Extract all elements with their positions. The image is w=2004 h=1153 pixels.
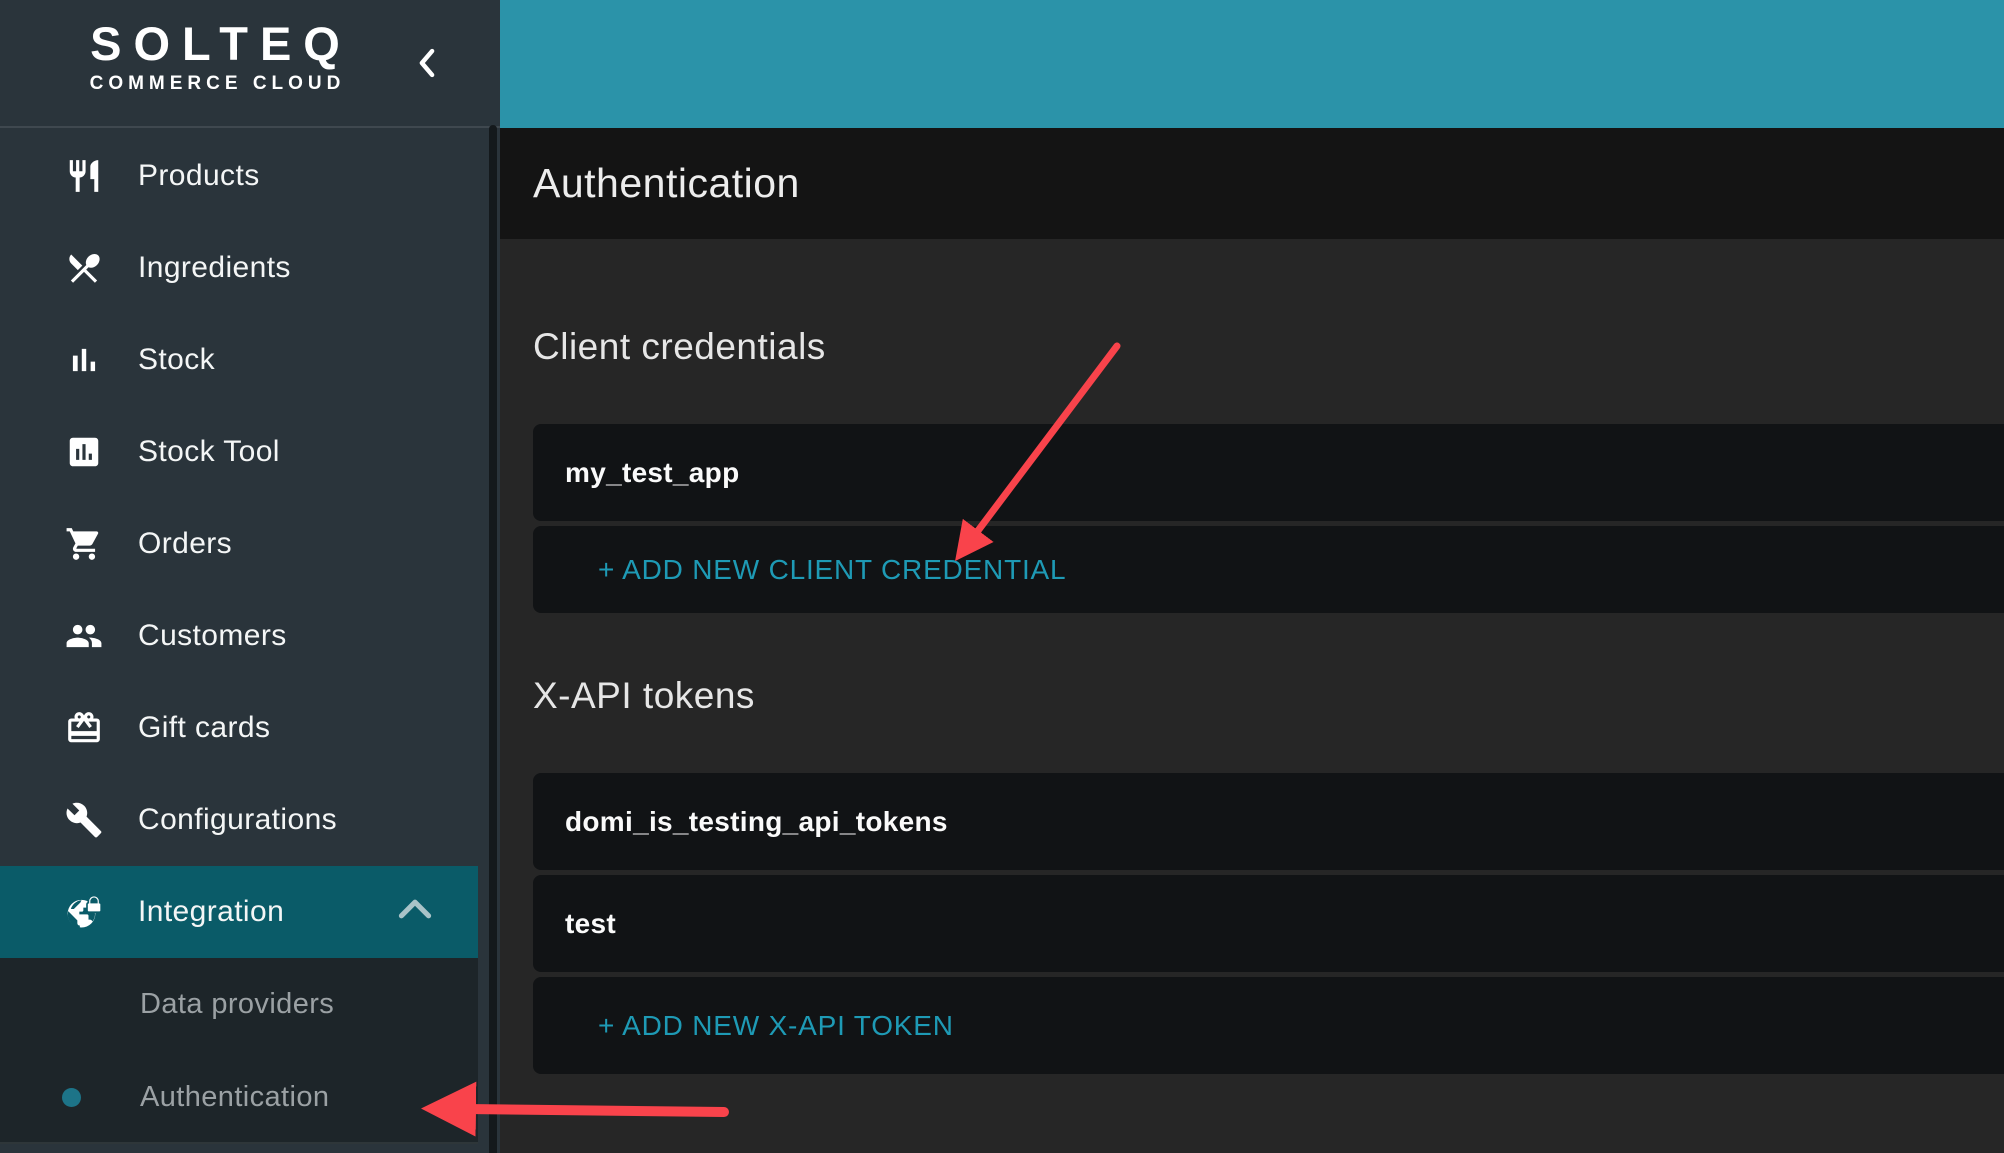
utensils-icon	[64, 248, 104, 288]
xapi-token-row[interactable]: domi_is_testing_api_tokens	[533, 773, 2004, 870]
integration-submenu: Data providers Authentication	[0, 958, 478, 1144]
brand-logo: SOLTEQ COMMERCE CLOUD	[0, 18, 430, 95]
sidebar-scrollbar[interactable]	[489, 125, 497, 1153]
brand-name: SOLTEQ	[0, 18, 430, 70]
sidebar-item-label: Products	[138, 159, 260, 193]
gift-icon	[64, 708, 104, 748]
sidebar-item-ingredients[interactable]: Ingredients	[0, 222, 500, 314]
top-app-bar	[500, 0, 2004, 128]
sidebar-item-label: Orders	[138, 527, 232, 561]
people-icon	[64, 616, 104, 656]
sidebar-item-orders[interactable]: Orders	[0, 498, 500, 590]
page-title-bar: Authentication	[500, 128, 2004, 239]
sidebar-item-label: Configurations	[138, 803, 337, 837]
xapi-token-row[interactable]: test	[533, 875, 2004, 972]
active-dot-icon	[62, 1088, 81, 1107]
globe-lock-icon	[64, 892, 104, 932]
sidebar-collapse-button[interactable]	[412, 46, 442, 82]
add-client-credential-label: + ADD NEW CLIENT CREDENTIAL	[598, 554, 1066, 586]
section-heading-client-credentials: Client credentials	[533, 326, 826, 368]
sidebar-item-label: Customers	[138, 619, 287, 653]
sidebar-logo-header: SOLTEQ COMMERCE CLOUD	[0, 0, 500, 128]
chevron-left-icon	[416, 46, 438, 83]
add-client-credential-button[interactable]: + ADD NEW CLIENT CREDENTIAL	[533, 526, 2004, 613]
wrench-icon	[64, 800, 104, 840]
brand-subtitle: COMMERCE CLOUD	[0, 73, 430, 95]
stock-tool-icon	[64, 432, 104, 472]
submenu-item-authentication[interactable]: Authentication	[0, 1051, 478, 1144]
client-credential-row[interactable]: my_test_app	[533, 424, 2004, 521]
sidebar-item-label: Gift cards	[138, 711, 270, 745]
sidebar-item-gift-cards[interactable]: Gift cards	[0, 682, 500, 774]
chevron-up-icon	[398, 898, 432, 925]
sidebar-item-label: Stock	[138, 343, 215, 377]
app-window: SOLTEQ COMMERCE CLOUD Products	[0, 0, 2004, 1153]
sidebar-item-products[interactable]: Products	[0, 130, 500, 222]
xapi-token-name: domi_is_testing_api_tokens	[565, 806, 948, 838]
sidebar-item-label: Stock Tool	[138, 435, 280, 469]
sidebar-item-customers[interactable]: Customers	[0, 590, 500, 682]
submenu-item-label: Authentication	[140, 1081, 329, 1114]
submenu-item-data-providers[interactable]: Data providers	[0, 958, 478, 1051]
sidebar-item-label: Ingredients	[138, 251, 291, 285]
main-content: Authentication Client credentials my_tes…	[500, 0, 2004, 1153]
section-heading-xapi-tokens: X-API tokens	[533, 675, 755, 717]
sidebar-nav: Products Ingredients Stock	[0, 130, 500, 958]
xapi-token-name: test	[565, 908, 616, 940]
sidebar-item-stock[interactable]: Stock	[0, 314, 500, 406]
cart-icon	[64, 524, 104, 564]
sidebar: SOLTEQ COMMERCE CLOUD Products	[0, 0, 500, 1153]
sidebar-item-integration[interactable]: Integration	[0, 866, 478, 958]
page-title: Authentication	[533, 160, 800, 207]
bar-chart-icon	[64, 340, 104, 380]
submenu-item-label: Data providers	[140, 988, 334, 1021]
add-xapi-token-label: + ADD NEW X-API TOKEN	[598, 1010, 954, 1042]
restaurant-icon	[64, 156, 104, 196]
add-xapi-token-button[interactable]: + ADD NEW X-API TOKEN	[533, 977, 2004, 1074]
sidebar-item-stock-tool[interactable]: Stock Tool	[0, 406, 500, 498]
client-credential-name: my_test_app	[565, 457, 740, 489]
sidebar-item-label: Integration	[138, 895, 284, 929]
sidebar-item-configurations[interactable]: Configurations	[0, 774, 500, 866]
